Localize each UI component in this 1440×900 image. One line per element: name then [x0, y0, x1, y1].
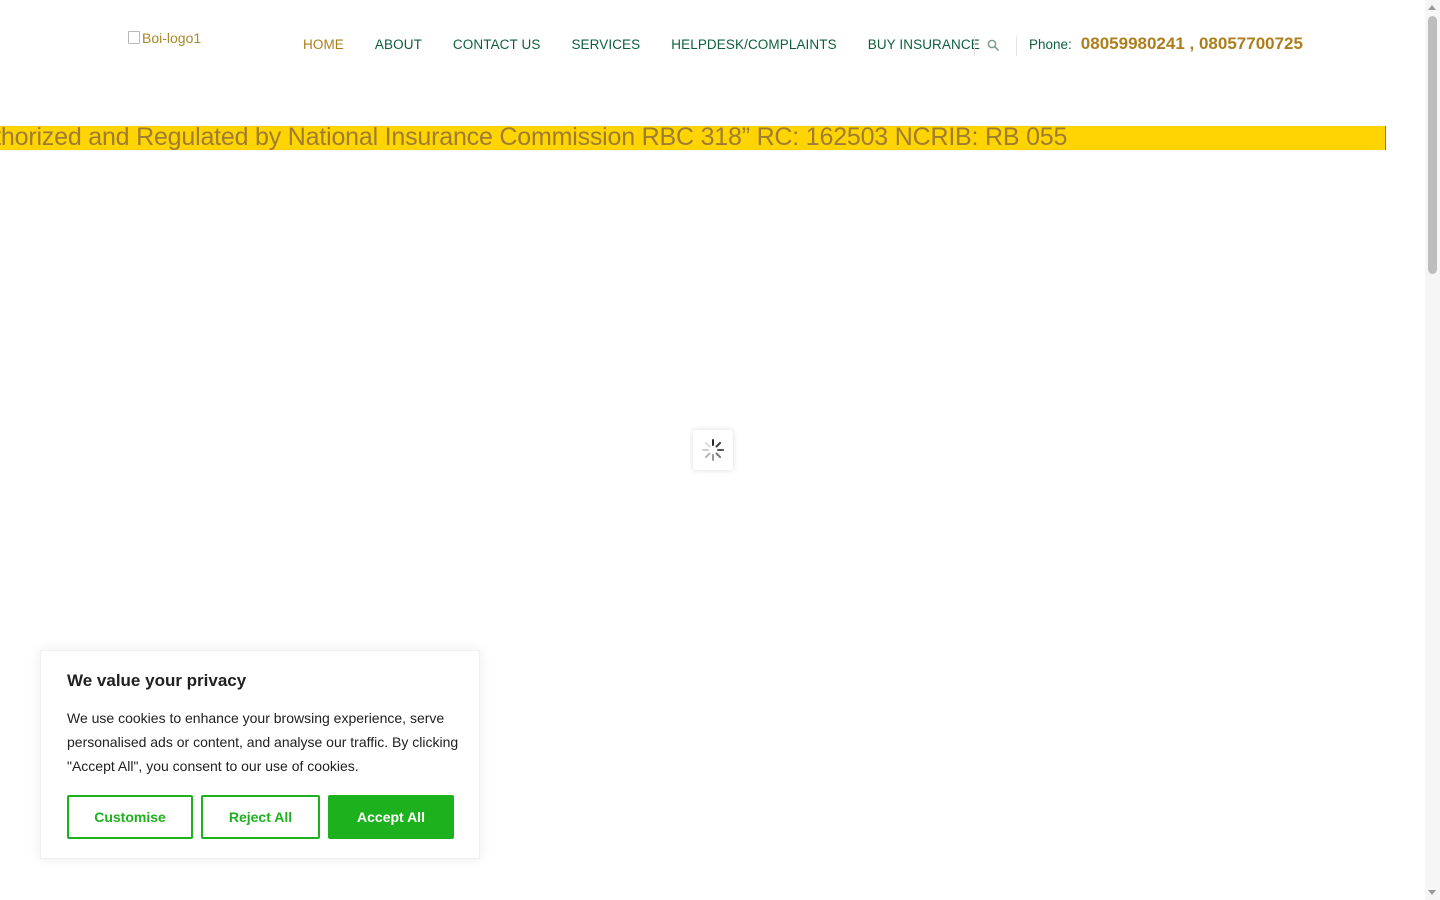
- accept-all-button[interactable]: Accept All: [328, 795, 454, 839]
- broken-image-icon: [128, 30, 140, 44]
- phone-numbers[interactable]: 08059980241 , 08057700725: [1081, 34, 1303, 54]
- page: Boi-logo1 HOME ABOUT CONTACT US SERVICES…: [0, 0, 1440, 900]
- header-divider: [1016, 36, 1017, 56]
- nav-buy-insurance[interactable]: BUY INSURANCE: [868, 37, 980, 52]
- nav-home[interactable]: HOME: [303, 37, 344, 52]
- header-divider: [974, 36, 975, 56]
- site-logo[interactable]: Boi-logo1: [128, 30, 201, 46]
- logo-alt-text: Boi-logo1: [142, 30, 202, 46]
- cookie-body: We use cookies to enhance your browsing …: [67, 710, 459, 774]
- reject-all-button[interactable]: Reject All: [201, 795, 320, 839]
- scroll-up-icon[interactable]: [1428, 5, 1436, 10]
- main-nav: HOME ABOUT CONTACT US SERVICES HELPDESK/…: [303, 37, 980, 52]
- phone-block: Phone: 08059980241 , 08057700725: [1029, 34, 1303, 54]
- cookie-title: We value your privacy: [67, 671, 247, 690]
- nav-about[interactable]: ABOUT: [375, 37, 422, 52]
- nav-contact-us[interactable]: CONTACT US: [453, 37, 541, 52]
- page-loader: [693, 430, 733, 470]
- nav-helpdesk-complaints[interactable]: HELPDESK/COMPLAINTS: [671, 37, 836, 52]
- loading-spinner-icon: [702, 439, 724, 461]
- page-scrollbar[interactable]: [1425, 0, 1440, 900]
- scroll-down-icon[interactable]: [1428, 890, 1436, 895]
- nav-services[interactable]: SERVICES: [571, 37, 640, 52]
- search-icon[interactable]: [987, 39, 999, 51]
- scroll-thumb[interactable]: [1428, 16, 1437, 274]
- banner-text: Authorized and Regulated by National Ins…: [0, 126, 1068, 150]
- customise-button[interactable]: Customise: [67, 795, 193, 839]
- regulation-banner: Authorized and Regulated by National Ins…: [0, 126, 1386, 150]
- phone-label: Phone:: [1029, 37, 1072, 52]
- cookie-consent-dialog: We value your privacy We use cookies to …: [40, 650, 480, 859]
